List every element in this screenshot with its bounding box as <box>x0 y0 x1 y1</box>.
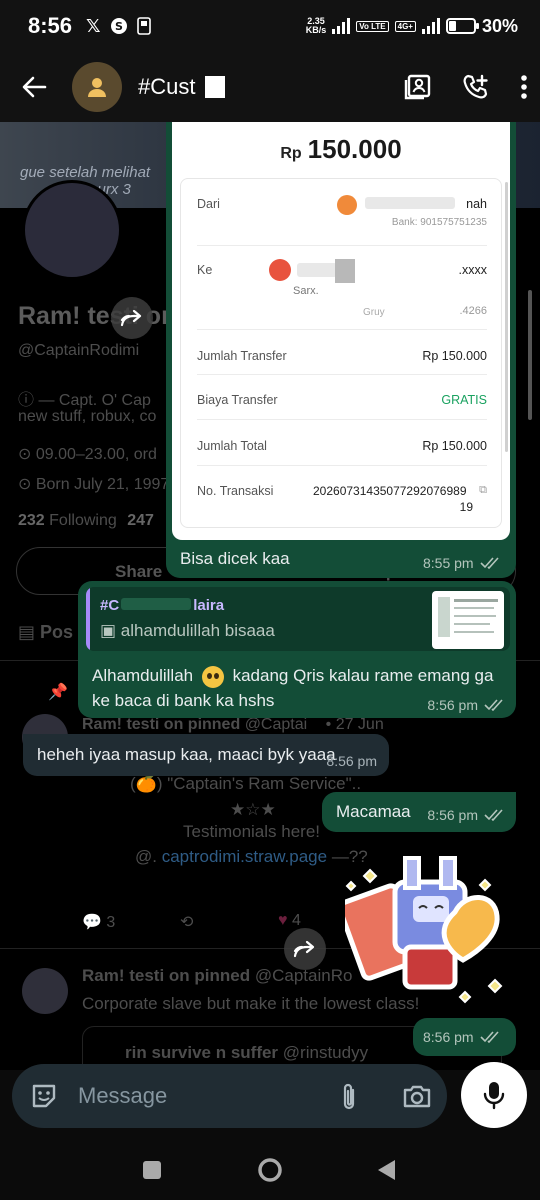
tweet-service: (🍊) "Captain's Ram Service".. <box>130 774 362 793</box>
sticker-icon <box>32 1084 56 1108</box>
status-bar: 8:56 𝕏 S 2.35 KB/s Vo LTE 4G+ 30% <box>0 0 540 52</box>
quoted-message[interactable]: #C laira ▣ alhamdulillah bisaaa <box>86 587 510 651</box>
message-text: heheh iyaa masup kaa, maaci byk yaaa <box>37 745 336 764</box>
signal-icon-2 <box>421 18 440 34</box>
scrollbar[interactable] <box>528 290 532 420</box>
retweet-icon: ⟲ <box>180 914 194 931</box>
contact-avatar[interactable] <box>72 62 122 112</box>
robot-sticker[interactable] <box>345 852 515 1012</box>
tweet-link: @. captrodimi.straw.page —?? <box>135 847 368 866</box>
copy-icon[interactable]: ⧉ <box>479 484 487 497</box>
more-options-icon[interactable] <box>520 74 528 100</box>
square-icon <box>143 1161 161 1179</box>
system-navigation-bar <box>0 1140 540 1200</box>
tweet-author: Ram! testi on pinned @Captai • 27 Jun <box>82 716 384 733</box>
svg-text:S: S <box>115 20 123 33</box>
emoji-sticker-button[interactable] <box>30 1082 58 1110</box>
contact-name[interactable]: #Cust <box>138 74 226 100</box>
profile-following: 232 Following 247 <box>18 512 154 529</box>
microphone-icon <box>483 1082 505 1110</box>
message-caption: Bisa dicek kaa <box>180 549 290 568</box>
message-meta: 8:56 pm <box>427 807 504 823</box>
tweet-avatar-2 <box>22 968 68 1014</box>
double-check-icon <box>480 1031 499 1043</box>
message-meta: 8:56 pm <box>423 1029 500 1045</box>
camera-icon[interactable] <box>402 1083 432 1109</box>
message-meta: 8:55 pm <box>423 555 500 571</box>
profile-bio-2: new stuff, robux, co <box>18 408 157 425</box>
quoted-thumbnail <box>432 591 504 649</box>
row-biaya: Biaya Transfer GRATIS <box>197 393 487 407</box>
voice-message-button[interactable] <box>461 1062 527 1128</box>
double-check-icon <box>480 557 499 569</box>
status-time: 8:56 <box>28 13 73 38</box>
image-icon: ▣ <box>100 621 121 640</box>
message-text: Macamaa <box>336 802 411 821</box>
outgoing-message-bubble[interactable]: Macamaa 8:56 pm <box>322 792 516 832</box>
message-time: 8:56 pm <box>326 753 377 769</box>
add-call-icon[interactable] <box>462 73 490 101</box>
pin-icon: 📌 <box>48 684 68 701</box>
message-input-bar: Message <box>12 1064 447 1128</box>
triangle-back-icon <box>378 1160 395 1180</box>
double-check-icon <box>484 809 503 821</box>
sticker-time-bubble: 8:56 pm <box>413 1018 516 1056</box>
posts-tab: ▤ Pos <box>18 622 74 642</box>
pay-icon <box>136 17 151 35</box>
x-icon: 𝕏 <box>86 15 101 36</box>
recents-button[interactable] <box>134 1152 170 1188</box>
incoming-message-bubble[interactable]: heheh iyaa masup kaa, maaci byk yaaa 8:5… <box>23 734 389 776</box>
row-to: Ke .xxxx Sarx. Gruy .4266 <box>197 259 487 318</box>
contact-card-icon[interactable] <box>404 73 432 101</box>
row-total: Jumlah Total Rp 150.000 <box>197 439 487 453</box>
row-from: Dari nah Bank: 901575751235 <box>197 195 487 228</box>
receipt-amount: Rp 150.000 <box>280 134 402 164</box>
battery-percent: 30% <box>481 15 518 36</box>
volte-badge: Vo LTE <box>356 20 389 32</box>
circle-icon <box>258 1158 282 1182</box>
profile-handle: @CaptainRodimi <box>18 342 140 359</box>
like-count: ♥ 4 <box>278 912 301 929</box>
reply-message-bubble[interactable]: #C laira ▣ alhamdulillah bisaaa Alhamduli… <box>78 581 516 718</box>
message-meta: 8:56 pm <box>427 697 504 713</box>
attach-icon[interactable] <box>338 1082 360 1112</box>
receipt-details: Dari nah Bank: 901575751235 Ke .xxxx Sar… <box>180 178 502 528</box>
transfer-receipt-image[interactable]: Rp 150.000 Dari nah Bank: 901575751235 Ke… <box>172 122 510 540</box>
profile-hours: ⊙ 09.00–23.00, ord <box>18 446 157 463</box>
row-jumlah-transfer: Jumlah Transfer Rp 150.000 <box>197 349 487 363</box>
message-input[interactable]: Message <box>78 1083 167 1109</box>
quoted-author: #C laira <box>100 597 225 614</box>
profile-picture <box>22 180 122 280</box>
pleading-emoji-icon <box>201 665 224 688</box>
back-arrow-icon <box>22 76 47 98</box>
row-transaksi: No. Transaksi 20260731435077292076989 19… <box>197 484 487 514</box>
reply-count: 💬 3 <box>82 914 116 931</box>
network-type: 4G+ <box>394 20 416 32</box>
battery-icon <box>445 18 479 34</box>
back-nav-button[interactable] <box>368 1152 404 1188</box>
double-check-icon <box>484 699 503 711</box>
profile-born: ⊙ Born July 21, 1997 <box>18 476 170 493</box>
profile-bio: ⓘ — Capt. O' Cap <box>18 392 151 409</box>
quote-author: rin survive n suffer @rinstudyy <box>125 1043 369 1062</box>
tweet-stars: ★☆★ <box>230 800 276 819</box>
forward-icon <box>293 940 315 958</box>
signal-icon <box>332 18 351 34</box>
person-icon <box>88 78 106 97</box>
forward-button-2[interactable] <box>284 928 326 970</box>
shazam-icon: S <box>110 18 127 34</box>
back-button[interactable] <box>4 57 64 117</box>
forward-button[interactable] <box>111 297 153 339</box>
network-speed: 2.35 KB/s <box>305 16 327 35</box>
tweet-testimonials: Testimonials here! <box>183 822 321 841</box>
tweet-author-2: Ram! testi on pinned @CaptainRo <box>82 966 353 985</box>
forward-icon <box>120 309 142 327</box>
quoted-text: ▣ alhamdulillah bisaaa <box>100 621 275 640</box>
chat-header: #Cust <box>0 52 540 122</box>
redaction-block <box>205 76 226 98</box>
home-button[interactable] <box>252 1152 288 1188</box>
